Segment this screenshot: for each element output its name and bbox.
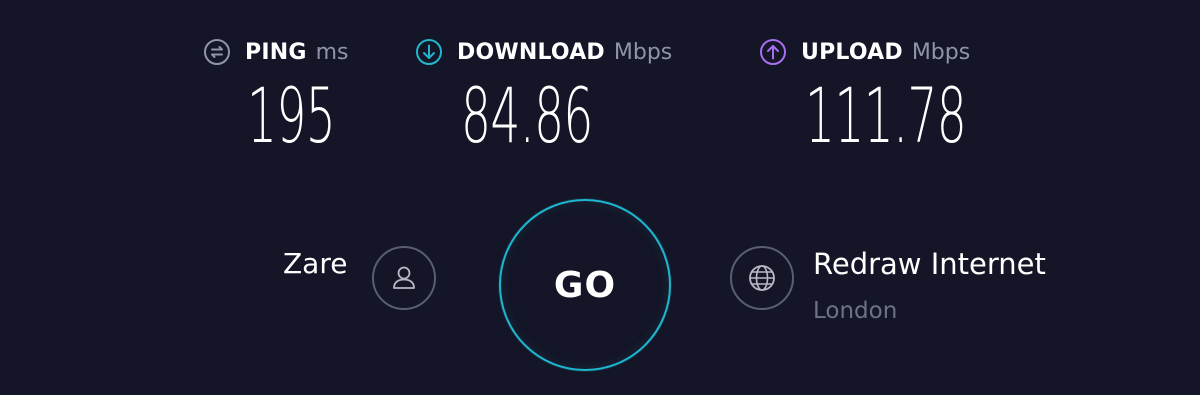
go-label: GO — [553, 264, 617, 306]
upload-metric: UPLOAD Mbps 111.78 — [759, 36, 970, 154]
download-unit: Mbps — [613, 39, 673, 65]
download-metric: DOWNLOAD Mbps 84.86 — [415, 36, 672, 154]
user-button[interactable] — [372, 246, 436, 310]
ping-header: PING ms — [203, 36, 349, 68]
download-arrow-icon — [415, 38, 443, 66]
server-location[interactable]: London — [813, 298, 897, 324]
upload-header: UPLOAD Mbps — [759, 36, 970, 68]
user-name: Zare — [283, 247, 348, 280]
user-icon — [387, 261, 421, 295]
ping-icon — [203, 38, 231, 66]
download-header: DOWNLOAD Mbps — [415, 36, 672, 68]
globe-icon — [745, 261, 779, 295]
upload-label: UPLOAD — [801, 39, 903, 65]
go-button[interactable]: GO — [499, 199, 671, 371]
ping-unit: ms — [315, 39, 349, 65]
upload-arrow-icon — [759, 38, 787, 66]
ping-value: 195 — [247, 71, 336, 160]
ping-label: PING — [245, 39, 307, 65]
download-label: DOWNLOAD — [457, 39, 605, 65]
server-button[interactable] — [730, 246, 794, 310]
upload-value: 111.78 — [805, 71, 967, 160]
download-value: 84.86 — [461, 71, 593, 160]
ping-metric: PING ms 195 — [203, 36, 349, 154]
upload-unit: Mbps — [911, 39, 971, 65]
isp-name[interactable]: Redraw Internet — [813, 247, 1046, 281]
